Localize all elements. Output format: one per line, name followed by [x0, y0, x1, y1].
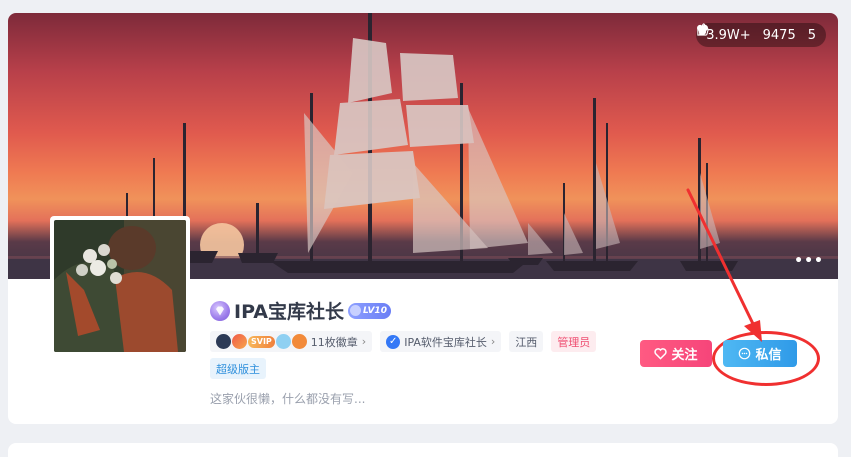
badges-count: 11枚徽章: [310, 335, 358, 349]
level-icon: [349, 305, 361, 316]
location-tag: 江西: [509, 331, 544, 352]
follow-button[interactable]: 关注: [640, 340, 712, 367]
avatar-image: [54, 220, 186, 352]
profile-stats: 3.9W+ 9475 5: [696, 23, 826, 47]
avatar[interactable]: [50, 216, 190, 356]
profile-card: 3.9W+ 9475 5 ••• IPA宝库社长 LV10 SVIP 11枚徽章…: [8, 13, 838, 424]
message-button[interactable]: 私信: [723, 340, 797, 367]
user-bio: 这家伙很懒，什么都没有写...: [210, 392, 366, 406]
svip-badge: SVIP: [248, 335, 275, 348]
badges-tag[interactable]: SVIP 11枚徽章 ›: [210, 331, 373, 352]
favorites-count: 5: [807, 27, 816, 43]
likes-count: 9475: [762, 27, 796, 43]
likes-stat: 9475: [697, 23, 796, 43]
chat-bubble-icon: [739, 347, 751, 360]
admin-role-tag: 管理员: [551, 331, 597, 352]
follow-label: 关注: [671, 348, 698, 363]
favorites-stat: 5: [697, 24, 816, 43]
message-label: 私信: [755, 348, 782, 363]
content-card: [8, 443, 838, 457]
profile-tags: SVIP 11枚徽章 › ✓ IPA软件宝库社长 › 江西 管理员: [210, 331, 597, 352]
orange-badge-icon: [291, 334, 307, 349]
badge-strip: SVIP: [216, 334, 307, 349]
verified-label: IPA软件宝库社长: [404, 335, 487, 349]
moderator-role-tag: 超级版主: [210, 358, 266, 379]
views-count: 3.9W+: [706, 27, 751, 43]
user-badge-icon: [216, 334, 231, 349]
verified-tag[interactable]: ✓ IPA软件宝库社长 ›: [380, 331, 502, 352]
username-row: IPA宝库社长 LV10: [210, 297, 391, 324]
diamond-icon: [210, 300, 230, 321]
blue-badge-icon: [275, 334, 291, 349]
views-stat: 3.9W+: [698, 23, 751, 43]
verified-check-icon: ✓: [386, 334, 401, 349]
more-options-button[interactable]: •••: [794, 253, 824, 269]
level-label: LV10: [362, 305, 387, 316]
heart-outline-icon: [654, 348, 668, 360]
heart-icon: [697, 24, 709, 35]
username[interactable]: IPA宝库社长: [234, 297, 344, 324]
chevron-right-icon: ›: [490, 335, 496, 348]
fire-badge-icon: [232, 334, 247, 349]
chevron-right-icon: ›: [361, 335, 367, 348]
level-badge: LV10: [347, 302, 391, 319]
